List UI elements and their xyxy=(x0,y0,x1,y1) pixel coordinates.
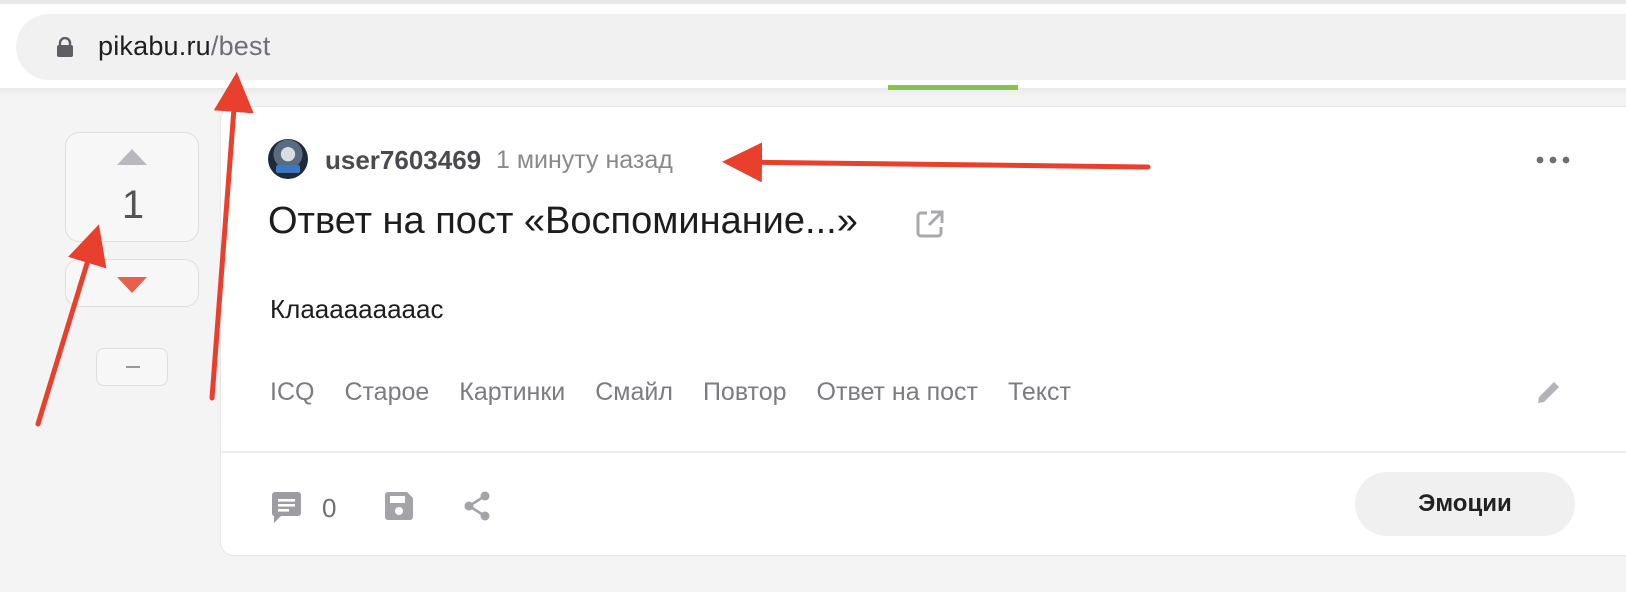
address-bar[interactable]: pikabu.ru/best xyxy=(16,14,1626,80)
comment-icon[interactable] xyxy=(269,491,303,525)
downvote-button[interactable] xyxy=(65,259,199,307)
tag-item[interactable]: ICQ xyxy=(270,378,314,407)
tag-item[interactable]: Повтор xyxy=(703,378,787,407)
comment-count: 0 xyxy=(322,493,337,523)
url-text: pikabu.ru/best xyxy=(98,30,270,62)
active-tab-indicator xyxy=(888,85,1018,90)
post-title[interactable]: Ответ на пост «Воспоминание...» xyxy=(268,199,858,243)
tag-item[interactable]: Текст xyxy=(1008,378,1071,407)
emotions-button[interactable]: Эмоции xyxy=(1355,472,1575,536)
lock-icon xyxy=(57,37,73,57)
downvote-icon xyxy=(117,277,147,293)
tag-item[interactable]: Смайл xyxy=(595,378,673,407)
avatar[interactable] xyxy=(268,139,308,179)
more-icon[interactable] xyxy=(1536,156,1570,164)
toolbar-shadow xyxy=(0,88,1626,96)
tag-item[interactable]: Старое xyxy=(344,378,429,407)
vote-box: 1 xyxy=(65,132,199,242)
tag-list: ICQ Старое Картинки Смайл Повтор Ответ н… xyxy=(270,378,1071,407)
share-icon[interactable] xyxy=(463,491,493,521)
username-link[interactable]: user7603469 xyxy=(325,145,481,176)
edit-icon[interactable] xyxy=(1535,378,1563,406)
post-body-text: Клааааааааас xyxy=(270,294,444,324)
post-time: 1 минуту назад xyxy=(496,146,673,174)
url-domain: pikabu.ru xyxy=(98,31,211,61)
browser-toolbar: pikabu.ru/best xyxy=(0,0,1626,96)
url-path: /best xyxy=(210,31,271,61)
hide-post-button[interactable] xyxy=(96,348,168,386)
minus-icon xyxy=(126,366,140,368)
external-link-icon[interactable] xyxy=(915,209,945,239)
card-divider xyxy=(221,451,1626,453)
post-card: user7603469 1 минуту назад Ответ на пост… xyxy=(220,106,1626,556)
save-icon[interactable] xyxy=(384,491,414,521)
vote-count: 1 xyxy=(121,183,145,227)
tag-item[interactable]: Картинки xyxy=(459,378,565,407)
tag-item[interactable]: Ответ на пост xyxy=(817,378,978,407)
upvote-icon[interactable] xyxy=(115,147,149,167)
